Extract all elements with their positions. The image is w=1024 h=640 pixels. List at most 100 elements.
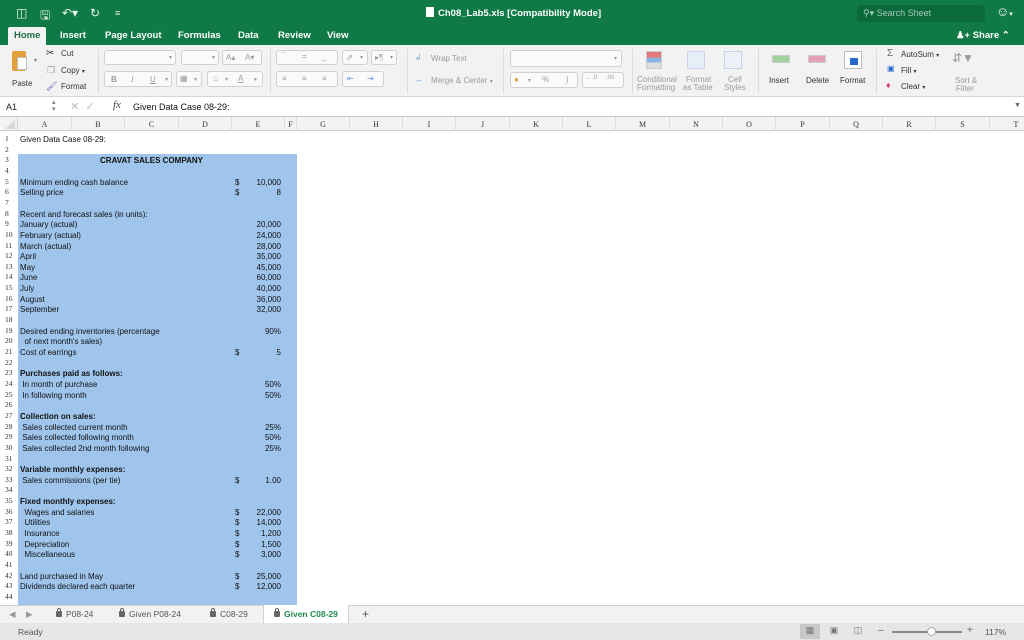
tab-insert[interactable]: Insert: [60, 30, 86, 41]
row-header[interactable]: 14: [0, 272, 18, 281]
sheet-tab-given-p08-24[interactable]: Given P08-24: [119, 608, 181, 619]
row-header[interactable]: 5: [0, 177, 18, 186]
search-sheet-input[interactable]: ⚲▾ Search Sheet: [857, 5, 985, 22]
cell-label[interactable]: Desired ending inventories (percentage: [20, 327, 160, 336]
cell-currency-symbol[interactable]: $: [235, 476, 239, 485]
font-size-select[interactable]: ▾: [181, 50, 219, 65]
cell-value[interactable]: 35,000: [240, 252, 281, 261]
redo-icon[interactable]: ↻: [90, 6, 100, 20]
cell-value[interactable]: 3,000: [240, 550, 281, 559]
row-header[interactable]: 33: [0, 475, 18, 484]
row-header[interactable]: 37: [0, 517, 18, 526]
cell-currency-symbol[interactable]: $: [235, 582, 239, 591]
accounting-format-icon[interactable]: ●: [514, 75, 519, 84]
row-header[interactable]: 44: [0, 592, 18, 601]
cell-currency-symbol[interactable]: $: [235, 348, 239, 357]
cell-value[interactable]: 50%: [240, 391, 281, 400]
increase-font-size-button[interactable]: A▴: [226, 53, 235, 62]
sheet-tab-c08-29[interactable]: C08-29: [210, 608, 248, 619]
cell-value[interactable]: 1.00: [240, 476, 281, 485]
previous-sheet-icon[interactable]: ◀: [9, 609, 16, 620]
fill-button[interactable]: Fill ▾: [901, 66, 916, 75]
align-top-icon[interactable]: ‾: [282, 52, 285, 61]
cell-label[interactable]: January (actual): [20, 220, 77, 229]
row-header[interactable]: 28: [0, 422, 18, 431]
align-left-icon[interactable]: ≡: [282, 74, 287, 83]
italic-button[interactable]: I: [131, 75, 134, 84]
column-header-b[interactable]: B: [72, 117, 125, 131]
next-sheet-icon[interactable]: ▶: [26, 609, 33, 620]
cell-label[interactable]: Collection on sales:: [20, 412, 96, 421]
column-header-c[interactable]: C: [125, 117, 179, 131]
column-header-i[interactable]: I: [403, 117, 456, 131]
cell-value[interactable]: 20,000: [240, 220, 281, 229]
sheet-tab-given-c08-29[interactable]: Given C08-29: [263, 605, 349, 624]
comma-style-button[interactable]: ): [566, 75, 569, 84]
cell-value[interactable]: 24,000: [240, 231, 281, 240]
cell-label[interactable]: August: [20, 295, 45, 304]
row-header[interactable]: 18: [0, 315, 18, 324]
row-header[interactable]: 8: [0, 209, 18, 218]
row-header[interactable]: 3: [0, 155, 18, 164]
insert-cells-button[interactable]: Insert: [764, 49, 798, 93]
tab-review[interactable]: Review: [278, 30, 311, 41]
page-break-view-icon[interactable]: ◫: [848, 624, 868, 639]
column-header-d[interactable]: D: [179, 117, 232, 131]
row-header[interactable]: 4: [0, 166, 18, 175]
row-header[interactable]: 12: [0, 251, 18, 260]
cell-currency-symbol[interactable]: $: [235, 188, 239, 197]
cell-label[interactable]: Land purchased in May: [20, 572, 103, 581]
number-format-select[interactable]: ▾: [510, 50, 622, 67]
cell-label[interactable]: June: [20, 273, 37, 282]
cell-label[interactable]: Recent and forecast sales (in units):: [20, 210, 148, 219]
row-header[interactable]: 40: [0, 549, 18, 558]
column-header-n[interactable]: N: [670, 117, 723, 131]
row-header[interactable]: 24: [0, 379, 18, 388]
cell-currency-symbol[interactable]: $: [235, 529, 239, 538]
cell-value[interactable]: 25%: [240, 444, 281, 453]
column-header-k[interactable]: K: [510, 117, 563, 131]
row-header[interactable]: 22: [0, 358, 18, 367]
cell-label[interactable]: Sales collected 2nd month following: [20, 444, 149, 453]
underline-dropdown-icon[interactable]: ▾: [165, 76, 168, 83]
cell-label[interactable]: Sales collected current month: [20, 423, 127, 432]
row-header[interactable]: 42: [0, 571, 18, 580]
cell-label[interactable]: Cost of earrings: [20, 348, 76, 357]
column-header-r[interactable]: R: [883, 117, 936, 131]
feedback-smiley-icon[interactable]: ☺▾: [996, 4, 1013, 19]
column-header-a[interactable]: A: [18, 117, 72, 131]
tab-view[interactable]: View: [327, 30, 348, 41]
cell-label[interactable]: Wages and salaries: [20, 508, 94, 517]
cell-value[interactable]: 32,000: [240, 305, 281, 314]
column-header-f[interactable]: F: [285, 117, 297, 131]
expand-formula-bar-icon[interactable]: ▼: [1014, 102, 1021, 109]
tab-data[interactable]: Data: [238, 30, 259, 41]
sidebar-toggle-icon[interactable]: ◫: [16, 6, 27, 20]
cell-value[interactable]: 1,500: [240, 540, 281, 549]
customize-quick-access-icon[interactable]: ≡: [115, 8, 120, 18]
tab-home[interactable]: Home: [8, 27, 47, 45]
align-bottom-icon[interactable]: _: [322, 52, 326, 61]
undo-icon[interactable]: ↶▾: [62, 6, 78, 20]
zoom-slider[interactable]: [892, 627, 962, 636]
cell-value[interactable]: 14,000: [240, 518, 281, 527]
column-header-q[interactable]: Q: [830, 117, 883, 131]
cell-label[interactable]: Purchases paid as follows:: [20, 369, 123, 378]
normal-view-icon[interactable]: ▦: [800, 624, 820, 639]
clear-button[interactable]: Clear ▾: [901, 82, 925, 91]
save-icon[interactable]: 🖫: [40, 6, 50, 27]
font-name-select[interactable]: ▾: [104, 50, 176, 65]
cell-label[interactable]: of next month's sales): [20, 337, 102, 346]
row-header[interactable]: 26: [0, 400, 18, 409]
cell-value[interactable]: 1,200: [240, 529, 281, 538]
row-header[interactable]: 34: [0, 485, 18, 494]
cell-label[interactable]: Minimum ending cash balance: [20, 178, 128, 187]
font-color-button[interactable]: A: [238, 74, 243, 83]
row-header[interactable]: 36: [0, 507, 18, 516]
cell-currency-symbol[interactable]: $: [235, 572, 239, 581]
increase-indent-icon[interactable]: ⇥: [367, 74, 374, 83]
column-header-t[interactable]: T: [990, 117, 1024, 131]
cell-label[interactable]: In following month: [20, 391, 86, 400]
row-header[interactable]: 1: [0, 134, 18, 143]
row-header[interactable]: 16: [0, 294, 18, 303]
